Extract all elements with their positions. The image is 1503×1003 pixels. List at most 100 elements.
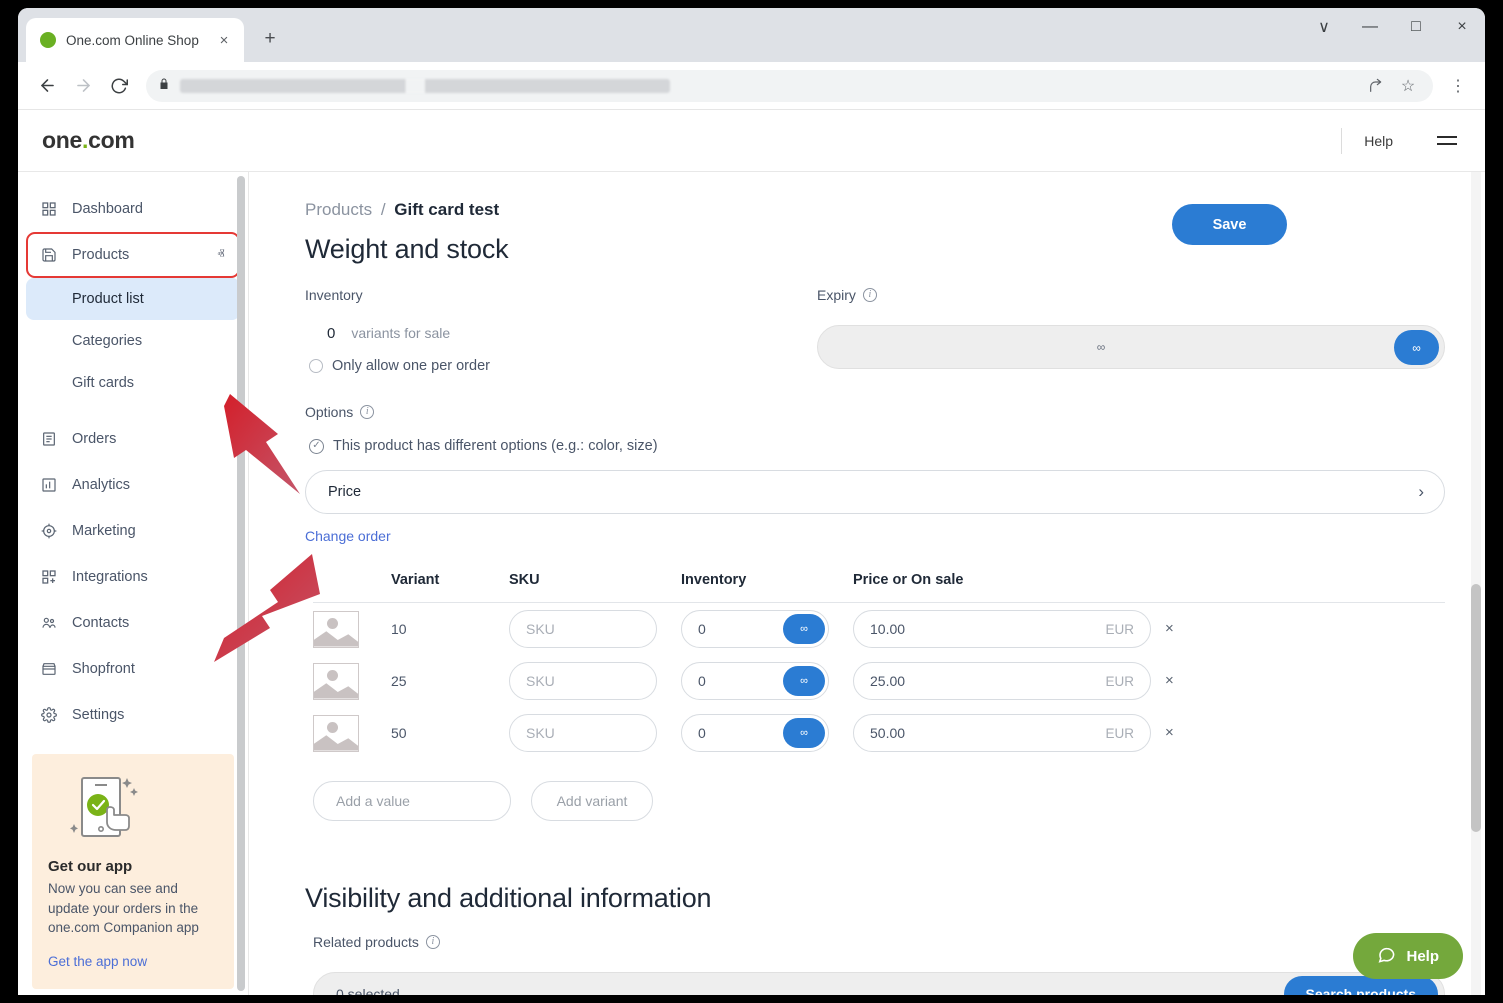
image-placeholder-icon	[313, 611, 359, 648]
sidebar-item-contacts[interactable]: Contacts	[26, 600, 240, 646]
inventory-input[interactable]: 0 ∞	[681, 662, 829, 700]
info-icon[interactable]: i	[360, 405, 374, 419]
add-value-input[interactable]: Add a value	[313, 781, 511, 821]
sku-input[interactable]: SKU	[509, 662, 657, 700]
variant-table: Variant SKU Inventory Price or On sale 1…	[313, 572, 1445, 759]
sidebar-item-label: Orders	[72, 431, 200, 447]
hamburger-menu-icon[interactable]	[1415, 136, 1457, 145]
breadcrumb-current: Gift card test	[394, 200, 499, 219]
back-button[interactable]	[30, 69, 64, 103]
forward-button[interactable]	[66, 69, 100, 103]
help-chat-widget[interactable]: Help	[1353, 933, 1463, 979]
sidebar-item-label: Marketing	[72, 523, 200, 539]
chevron-down-icon: ⱟ	[214, 523, 228, 540]
new-tab-button[interactable]: +	[256, 24, 284, 52]
promo-text: Now you can see and update your orders i…	[48, 879, 218, 938]
sku-input[interactable]: SKU	[509, 610, 657, 648]
sidebar-item-integrations[interactable]: Integrations	[26, 554, 240, 600]
header-help-link[interactable]: Help	[1342, 133, 1415, 149]
tab-search-chevron-icon[interactable]: ∨	[1301, 12, 1347, 42]
sidebar-item-marketing[interactable]: Marketing ⱟ	[26, 508, 240, 554]
variant-thumbnail-cell[interactable]	[313, 611, 391, 648]
browser-address-bar: ☆ ⋮	[18, 62, 1485, 110]
browser-menu-icon[interactable]: ⋮	[1443, 71, 1473, 101]
currency-label: EUR	[1105, 622, 1134, 637]
expiry-infinity-toggle[interactable]: ∞	[1394, 330, 1439, 365]
gear-icon	[40, 706, 58, 724]
url-input[interactable]: ☆	[146, 70, 1433, 102]
browser-window: One.com Online Shop × + ∨ — □ ×	[18, 8, 1485, 995]
sidebar-item-dashboard[interactable]: Dashboard	[26, 186, 240, 232]
bookmark-star-icon[interactable]: ☆	[1395, 73, 1421, 99]
share-icon[interactable]	[1363, 73, 1389, 99]
change-order-link[interactable]: Change order	[305, 528, 1445, 544]
sidebar-item-settings[interactable]: Settings ⱟ	[26, 692, 240, 738]
window-maximize-button[interactable]: □	[1393, 12, 1439, 42]
inventory-infinity-toggle[interactable]: ∞	[783, 666, 825, 696]
column-header-inventory: Inventory	[681, 572, 853, 588]
sidebar-spacer	[18, 404, 248, 416]
sidebar-item-categories[interactable]: Categories	[26, 320, 240, 362]
sidebar-item-gift-cards[interactable]: Gift cards	[26, 362, 240, 404]
sku-cell: SKU	[509, 714, 681, 752]
expiry-field-row: ∞ ∞	[817, 325, 1445, 369]
reload-button[interactable]	[102, 69, 136, 103]
onecom-logo[interactable]: one.com	[42, 127, 135, 154]
variant-thumbnail-cell[interactable]	[313, 715, 391, 752]
chevron-up-icon: ⱏ	[214, 247, 228, 263]
expiry-input[interactable]: ∞ ∞	[817, 325, 1445, 369]
related-products-label: Related products i	[313, 934, 1445, 950]
inventory-cell: 0 ∞	[681, 662, 853, 700]
different-options-checkbox[interactable]: ✓ This product has different options (e.…	[309, 438, 1445, 454]
option-price-row[interactable]: Price ›	[305, 470, 1445, 514]
variant-name: 50	[391, 725, 509, 741]
options-label: Options i	[305, 404, 1445, 420]
sku-input[interactable]: SKU	[509, 714, 657, 752]
variant-thumbnail-cell[interactable]	[313, 663, 391, 700]
sidebar-item-shopfront[interactable]: Shopfront	[26, 646, 240, 692]
add-variant-button[interactable]: Add variant	[531, 781, 653, 821]
inventory-input[interactable]: 0 ∞	[681, 714, 829, 752]
promo-get-app-link[interactable]: Get the app now	[48, 954, 218, 969]
window-close-button[interactable]: ×	[1439, 12, 1485, 42]
price-input[interactable]: 25.00 EUR	[853, 662, 1151, 700]
window-minimize-button[interactable]: —	[1347, 12, 1393, 42]
save-button[interactable]: Save	[1172, 204, 1287, 245]
delete-cell: ×	[1153, 672, 1193, 690]
expiry-value: ∞	[1097, 340, 1106, 354]
delete-variant-icon[interactable]: ×	[1165, 724, 1174, 741]
image-placeholder-icon	[313, 663, 359, 700]
sidebar-item-label: Integrations	[72, 569, 228, 585]
table-row: 25 SKU 0 ∞ 25.00	[313, 655, 1445, 707]
browser-tab-strip: One.com Online Shop × + ∨ — □ ×	[18, 8, 1485, 62]
inventory-input[interactable]: 0 ∞	[681, 610, 829, 648]
tab-close-icon[interactable]: ×	[214, 30, 234, 50]
chevron-right-icon[interactable]: ›	[1418, 482, 1424, 502]
inventory-infinity-toggle[interactable]: ∞	[783, 614, 825, 644]
chevron-down-icon: ⱟ	[214, 431, 228, 448]
sidebar-item-analytics[interactable]: Analytics	[26, 462, 240, 508]
table-row: 10 SKU 0 ∞ 10.00	[313, 603, 1445, 655]
one-per-order-radio[interactable]: Only allow one per order	[309, 358, 817, 374]
sidebar-item-orders[interactable]: Orders ⱟ	[26, 416, 240, 462]
price-input[interactable]: 50.00 EUR	[853, 714, 1151, 752]
price-input[interactable]: 10.00 EUR	[853, 610, 1151, 648]
variant-name: 10	[391, 621, 509, 637]
info-icon[interactable]: i	[426, 935, 440, 949]
inventory-infinity-toggle[interactable]: ∞	[783, 718, 825, 748]
tab-title: One.com Online Shop	[66, 33, 204, 48]
delete-variant-icon[interactable]: ×	[1165, 620, 1174, 637]
window-controls: ∨ — □ ×	[1301, 8, 1485, 62]
sidebar-item-products[interactable]: Products ⱏ	[26, 232, 240, 278]
browser-tab[interactable]: One.com Online Shop ×	[26, 18, 244, 62]
inventory-column: Inventory 0 variants for sale Only allow…	[305, 287, 817, 374]
page-scrollbar-thumb[interactable]	[1471, 584, 1481, 832]
variant-name: 25	[391, 673, 509, 689]
info-icon[interactable]: i	[863, 288, 877, 302]
sidebar-item-product-list[interactable]: Product list	[26, 278, 240, 320]
breadcrumb-products-link[interactable]: Products	[305, 200, 372, 219]
delete-variant-icon[interactable]: ×	[1165, 672, 1174, 689]
sidebar-scrollbar[interactable]	[237, 176, 245, 991]
sidebar-item-label: Shopfront	[72, 661, 228, 677]
bar-chart-icon	[40, 476, 58, 494]
